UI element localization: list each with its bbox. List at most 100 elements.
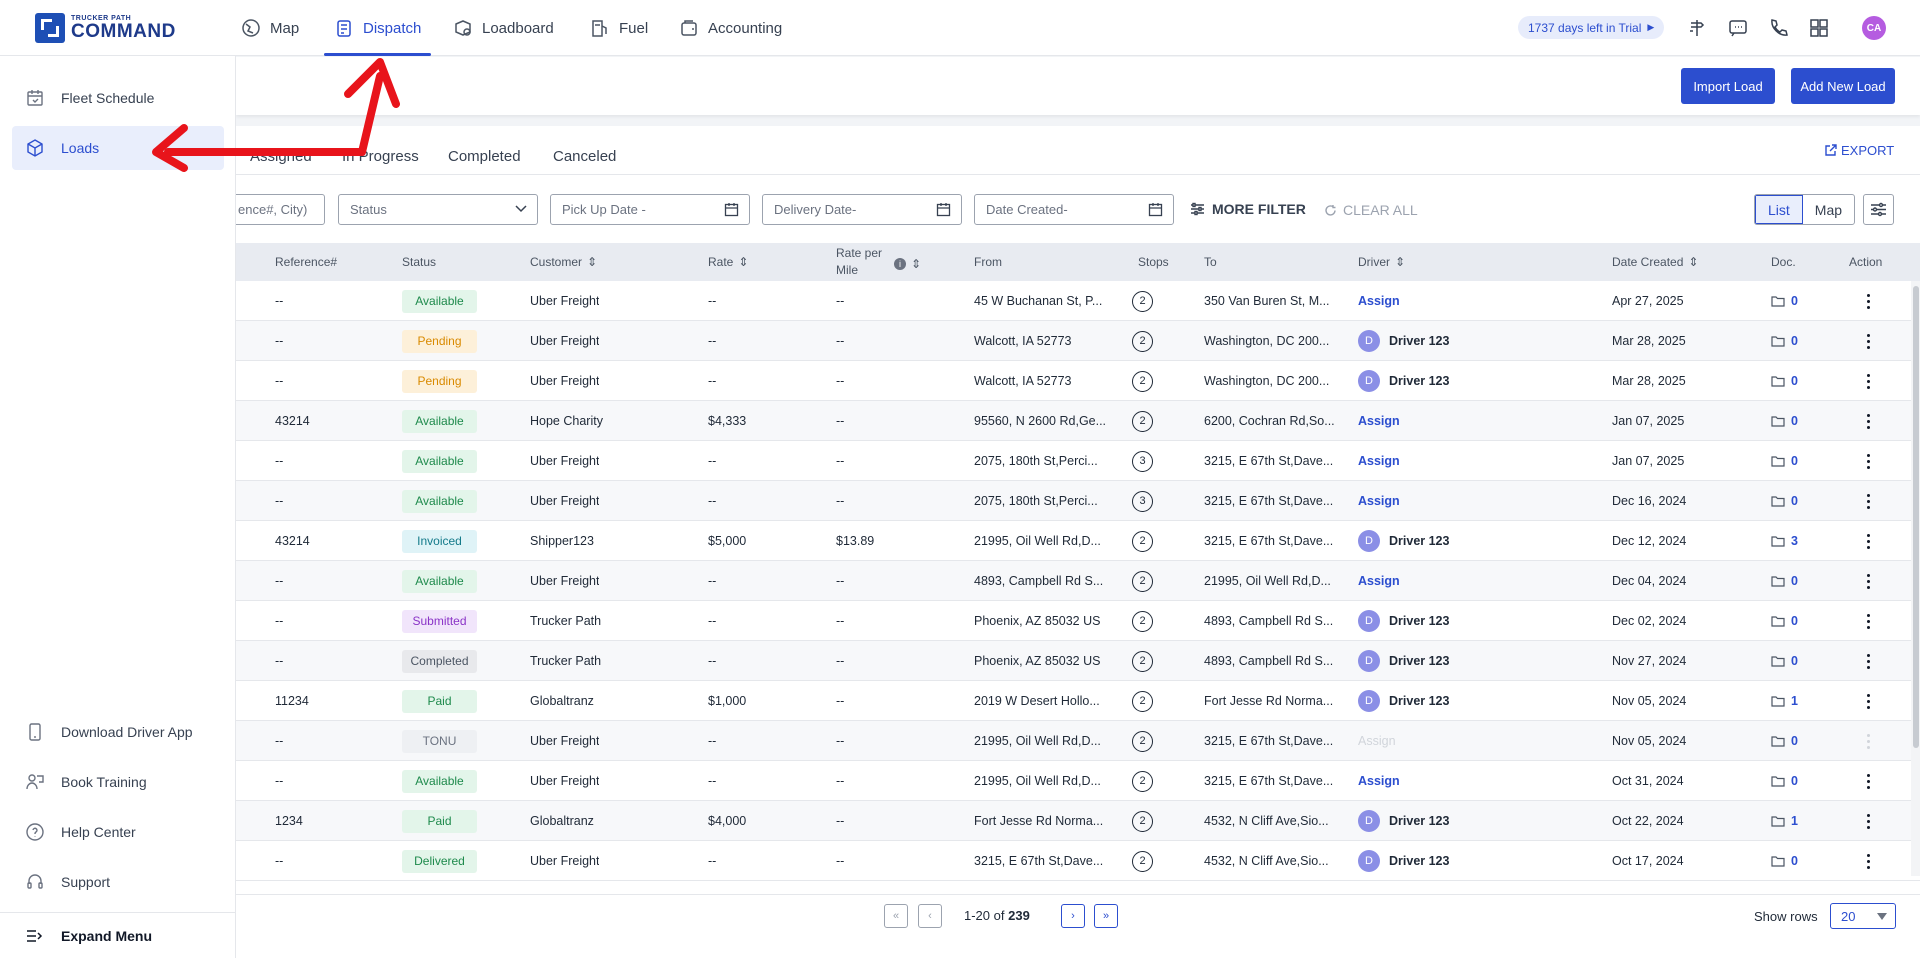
delivery-date-field[interactable]: Delivery Date- [762,194,962,225]
table-row[interactable]: -- Delivered Uber Freight -- -- 3215, E 67th … [236,841,1920,881]
cell-action[interactable] [1858,481,1878,521]
cell-action[interactable] [1858,401,1878,441]
more-actions-icon[interactable] [1858,453,1878,469]
sidebar-item-loads[interactable]: Loads [12,126,224,170]
assign-driver-link[interactable]: Assign [1358,414,1400,428]
more-actions-icon[interactable] [1858,853,1878,869]
scrollbar-thumb[interactable] [1913,286,1919,748]
driver-name[interactable]: Driver 123 [1389,854,1449,868]
doc-link[interactable]: 3 [1771,534,1798,548]
cell-doc[interactable]: 0 [1771,761,1798,801]
tab-assigned[interactable]: Assigned [250,148,312,165]
more-actions-icon[interactable] [1858,613,1878,629]
driver-name[interactable]: Driver 123 [1389,374,1449,388]
status-select[interactable]: Status [338,194,538,225]
more-actions-icon[interactable] [1858,813,1878,829]
assign-driver-link[interactable]: Assign [1358,774,1400,788]
cell-doc[interactable]: 0 [1771,401,1798,441]
driver-name[interactable]: Driver 123 [1389,334,1449,348]
apps-grid-icon[interactable] [1808,17,1830,39]
cell-action[interactable] [1858,601,1878,641]
table-row[interactable]: -- Available Uber Freight -- -- 45 W Buchanan… [236,281,1920,321]
tab-completed[interactable]: Completed [448,148,521,165]
doc-link[interactable]: 0 [1771,374,1798,388]
table-row[interactable]: -- Submitted Trucker Path -- -- Phoenix, AZ 8… [236,601,1920,641]
cell-action[interactable] [1858,561,1878,601]
doc-link[interactable]: 1 [1771,814,1798,828]
column-settings-button[interactable] [1863,194,1894,225]
tab-in-progress[interactable]: In Progress [342,148,419,165]
cell-action[interactable] [1858,801,1878,841]
export-button[interactable]: EXPORT [1824,143,1894,158]
doc-link[interactable]: 0 [1771,734,1798,748]
cell-doc[interactable]: 0 [1771,321,1798,361]
more-actions-icon[interactable] [1858,693,1878,709]
doc-link[interactable]: 0 [1771,294,1798,308]
doc-link[interactable]: 1 [1771,694,1798,708]
tab-canceled[interactable]: Canceled [553,148,616,165]
date-created-field[interactable]: Date Created- [974,194,1174,225]
view-map-button[interactable]: Map [1803,195,1854,224]
more-actions-icon[interactable] [1858,653,1878,669]
expand-menu-button[interactable]: Expand Menu [0,912,236,958]
doc-link[interactable]: 0 [1771,854,1798,868]
import-load-button[interactable]: Import Load [1681,68,1775,104]
more-actions-icon[interactable] [1858,493,1878,509]
table-row[interactable]: 43214 Invoiced Shipper123 $5,000 $13.89 21995… [236,521,1920,561]
more-filter-button[interactable]: MORE FILTER [1190,201,1306,217]
doc-link[interactable]: 0 [1771,454,1798,468]
cell-action[interactable] [1858,641,1878,681]
sidebar-item-support[interactable]: Support [12,860,224,904]
clear-all-button[interactable]: CLEAR ALL [1324,202,1418,218]
cell-action[interactable] [1858,361,1878,401]
doc-link[interactable]: 0 [1771,494,1798,508]
cell-action[interactable] [1858,281,1878,321]
cell-driver[interactable]: Assign [1358,481,1400,521]
cell-doc[interactable]: 0 [1771,561,1798,601]
cell-driver[interactable]: Assign [1358,761,1400,801]
table-row[interactable]: -- TONU Uber Freight -- -- 21995, Oil Well Rd… [236,721,1920,761]
driver-name[interactable]: Driver 123 [1389,534,1449,548]
prev-page-button[interactable]: ‹ [918,904,942,928]
sidebar-item-fleet-schedule[interactable]: Fleet Schedule [12,76,224,120]
table-row[interactable]: -- Pending Uber Freight -- -- Walcott, IA 527… [236,361,1920,401]
cell-driver[interactable]: Assign [1358,721,1396,761]
search-input[interactable]: ence#, City) [236,194,325,225]
cell-action[interactable] [1858,521,1878,561]
col-rate-header[interactable]: Rate ⇕ [708,243,748,281]
cell-action[interactable] [1858,441,1878,481]
more-actions-icon[interactable] [1858,733,1878,749]
doc-link[interactable]: 0 [1771,654,1798,668]
doc-link[interactable]: 0 [1771,334,1798,348]
nav-dispatch[interactable]: Dispatch [323,0,432,56]
view-list-button[interactable]: List [1755,195,1803,224]
cell-doc[interactable]: 0 [1771,601,1798,641]
table-row[interactable]: 11234 Paid Globaltranz $1,000 -- 2019 W Deser… [236,681,1920,721]
more-actions-icon[interactable] [1858,533,1878,549]
cell-driver[interactable]: Assign [1358,401,1400,441]
assign-driver-link[interactable]: Assign [1358,574,1400,588]
driver-name[interactable]: Driver 123 [1389,694,1449,708]
table-row[interactable]: -- Pending Uber Freight -- -- Walcott, IA 527… [236,321,1920,361]
assign-driver-link[interactable]: Assign [1358,494,1400,508]
first-page-button[interactable]: « [884,904,908,928]
cell-doc[interactable]: 0 [1771,361,1798,401]
cell-driver[interactable]: Assign [1358,281,1400,321]
more-actions-icon[interactable] [1858,333,1878,349]
nav-accounting[interactable]: Accounting [679,0,782,56]
cell-doc[interactable]: 3 [1771,521,1798,561]
trucker-path-logo[interactable]: TRUCKER PATH COMMAND [35,12,176,44]
cell-doc[interactable]: 0 [1771,281,1798,321]
cell-doc[interactable]: 0 [1771,721,1798,761]
cell-action[interactable] [1858,841,1878,881]
cell-doc[interactable]: 0 [1771,641,1798,681]
cell-action[interactable] [1858,681,1878,721]
cell-doc[interactable]: 1 [1771,801,1798,841]
nav-map[interactable]: Map [241,0,299,56]
col-rate-per-mile[interactable]: Rate per Mile [836,243,882,281]
cell-doc[interactable]: 0 [1771,441,1798,481]
assign-driver-link[interactable]: Assign [1358,454,1400,468]
rows-per-page-select[interactable]: 20 [1830,903,1896,929]
assign-driver-link[interactable]: Assign [1358,734,1396,748]
trial-badge[interactable]: 1737 days left in Trial ▶ [1518,16,1665,39]
